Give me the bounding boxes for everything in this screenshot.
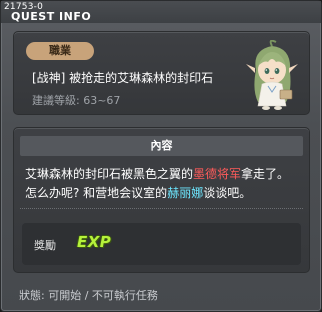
quest-type-tag: 職業: [26, 42, 94, 60]
description-line-2: 怎么办呢? 和营地会议室的赫丽娜谈谈吧。: [25, 186, 252, 200]
exp-reward-icon: EXP: [77, 233, 112, 251]
content-header: 內容: [20, 136, 303, 156]
quest-content-panel: 內容 艾琳森林的封印石被黑色之翼的墨德将军拿走了。 怎么办呢? 和营地会议室的赫…: [13, 127, 310, 273]
window-title: QUEST INFO: [11, 10, 92, 23]
title-bar[interactable]: 21753-0 QUEST INFO: [1, 1, 321, 23]
quest-status: 狀態: 可開始 / 不可執行任務: [19, 289, 158, 302]
reward-label: 獎勵: [34, 239, 56, 252]
reward-box: 獎勵 EXP: [22, 223, 301, 265]
recommended-level: 建議等級: 63~67: [32, 94, 121, 107]
npc-portrait-icon: [246, 40, 298, 110]
quest-info-window: 21753-0 QUEST INFO 職業 [战神] 被抢走的艾琳森林的封印石 …: [0, 0, 322, 312]
npc-link-helena[interactable]: 赫丽娜: [167, 186, 203, 200]
npc-link-general[interactable]: 墨德将军: [193, 167, 241, 181]
quest-name: [战神] 被抢走的艾琳森林的封印石: [32, 71, 214, 85]
content-divider: [20, 208, 303, 209]
description-line-1: 艾琳森林的封印石被黑色之翼的墨德将军拿走了。: [25, 167, 290, 181]
quest-description: 艾琳森林的封印石被黑色之翼的墨德将军拿走了。 怎么办呢? 和营地会议室的赫丽娜谈…: [25, 165, 305, 203]
quest-summary-panel: 職業 [战神] 被抢走的艾琳森林的封印石 建議等級: 63~67: [13, 31, 310, 115]
